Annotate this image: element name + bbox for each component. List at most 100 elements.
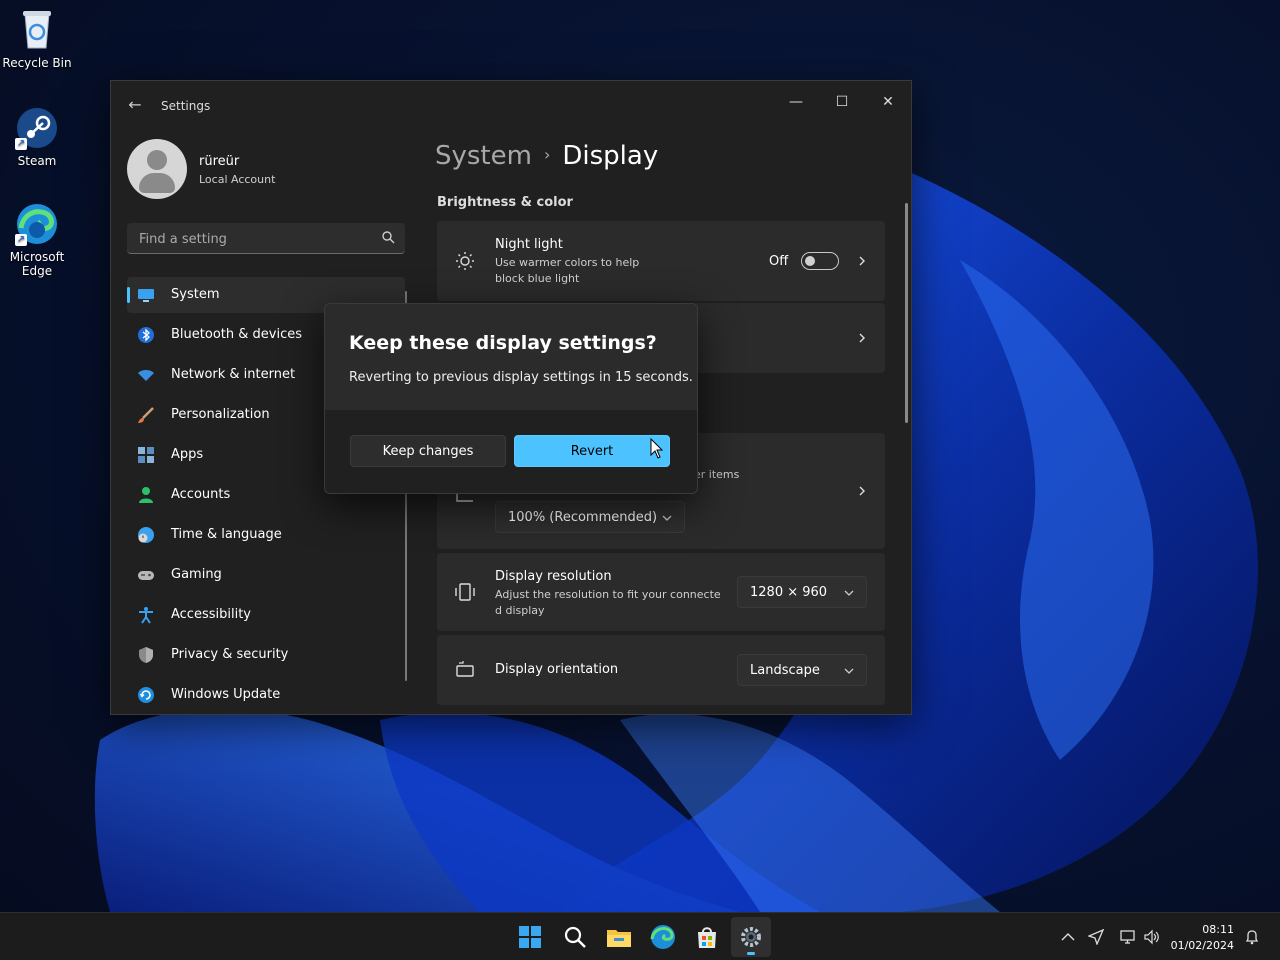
clock-time: 08:11 bbox=[1202, 923, 1234, 936]
file-explorer-icon[interactable] bbox=[605, 923, 633, 951]
resolution-dropdown[interactable]: 1280 × 960 bbox=[737, 576, 867, 608]
sidebar-item-label: Windows Update bbox=[171, 687, 281, 702]
start-windows-icon[interactable] bbox=[516, 923, 544, 951]
shield-icon bbox=[139, 647, 153, 663]
recycle-bin-icon bbox=[15, 8, 59, 52]
gear-icon bbox=[741, 927, 761, 947]
person-icon bbox=[139, 487, 153, 503]
search-icon[interactable] bbox=[381, 230, 395, 244]
night-light-card[interactable]: Night light Use warmer colors to help bl… bbox=[437, 221, 885, 301]
shortcut-arrow-icon: ↗ bbox=[15, 234, 27, 246]
mouse-cursor-icon bbox=[650, 438, 664, 459]
chevron-down-icon bbox=[662, 515, 672, 521]
network-icon[interactable] bbox=[1120, 929, 1136, 945]
content-scrollbar[interactable] bbox=[905, 203, 908, 423]
display-resolution-desc-line2: d display bbox=[495, 604, 545, 617]
section-heading: Brightness & color bbox=[437, 195, 573, 210]
apps-grid-icon bbox=[138, 447, 154, 463]
sidebar-item-label: Network & internet bbox=[171, 367, 296, 382]
accessibility-icon bbox=[139, 607, 153, 624]
night-light-toggle[interactable] bbox=[801, 252, 839, 270]
desktop-icon-recycle-bin[interactable]: Recycle Bin bbox=[1, 8, 73, 70]
desktop-icon-label: Microsoft Edge bbox=[9, 250, 65, 278]
paintbrush-icon bbox=[138, 407, 154, 423]
chevron-up-icon[interactable] bbox=[1060, 929, 1076, 945]
notification-bell-icon[interactable] bbox=[1244, 929, 1260, 945]
desktop-icon-label: Steam bbox=[17, 154, 57, 168]
sidebar-item-privacy-security[interactable]: Privacy & security bbox=[127, 637, 405, 673]
display-orientation-card[interactable]: Display orientation Landscape bbox=[437, 635, 885, 705]
edge-icon[interactable] bbox=[649, 923, 677, 951]
sidebar-item-label: Time & language bbox=[171, 527, 282, 542]
monitor-icon bbox=[138, 289, 154, 302]
update-icon bbox=[138, 687, 154, 703]
sidebar-item-accessibility[interactable]: Accessibility bbox=[127, 597, 405, 633]
sidebar-item-label: Gaming bbox=[171, 567, 222, 582]
search-box[interactable] bbox=[127, 223, 405, 254]
display-resolution-title: Display resolution bbox=[495, 569, 612, 584]
sidebar-item-label: Bluetooth & devices bbox=[171, 327, 302, 342]
search-input[interactable] bbox=[137, 229, 371, 249]
revert-button[interactable]: Revert bbox=[514, 435, 670, 467]
user-name: rüreür bbox=[199, 154, 240, 169]
chevron-right-icon bbox=[859, 256, 865, 266]
dialog-body: Reverting to previous display settings i… bbox=[349, 370, 693, 385]
avatar bbox=[127, 139, 187, 199]
display-resolution-card[interactable]: Display resolution Adjust the resolution… bbox=[437, 553, 885, 631]
search-icon[interactable] bbox=[561, 923, 589, 951]
bluetooth-icon bbox=[138, 327, 154, 343]
night-light-title: Night light bbox=[495, 237, 563, 252]
microsoft-store-icon[interactable] bbox=[693, 923, 721, 951]
active-app-indicator bbox=[747, 952, 755, 955]
maximize-button[interactable]: ☐ bbox=[819, 87, 865, 117]
taskbar-settings-button[interactable] bbox=[731, 917, 771, 957]
sidebar-item-label: Personalization bbox=[171, 407, 270, 422]
sidebar-item-label: System bbox=[171, 287, 220, 302]
sun-icon bbox=[456, 252, 474, 270]
keep-settings-dialog: Keep these display settings? Reverting t… bbox=[324, 303, 698, 494]
desktop-icon-edge[interactable]: ↗ Microsoft Edge bbox=[1, 202, 73, 278]
scale-value: 100% (Recommended) bbox=[508, 510, 658, 525]
breadcrumb-parent[interactable]: System bbox=[435, 141, 532, 171]
shortcut-arrow-icon: ↗ bbox=[15, 138, 27, 150]
wifi-icon bbox=[138, 370, 154, 381]
globe-clock-icon bbox=[138, 527, 154, 543]
close-button[interactable]: ✕ bbox=[865, 87, 911, 117]
dialog-content: Keep these display settings? Reverting t… bbox=[325, 304, 697, 410]
scale-dropdown[interactable]: 100% (Recommended) bbox=[495, 501, 685, 533]
title-bar[interactable]: ← Settings — ☐ ✕ bbox=[111, 81, 911, 129]
sidebar-item-gaming[interactable]: Gaming bbox=[127, 557, 405, 593]
sidebar-item-label: Apps bbox=[171, 447, 204, 462]
gamepad-icon bbox=[138, 571, 154, 580]
keep-changes-button[interactable]: Keep changes bbox=[350, 435, 506, 467]
orientation-value: Landscape bbox=[750, 663, 820, 678]
night-light-state: Off bbox=[769, 254, 789, 269]
chevron-right-icon bbox=[859, 486, 865, 496]
night-light-desc-line2: block blue light bbox=[495, 272, 580, 285]
orientation-dropdown[interactable]: Landscape bbox=[737, 654, 867, 686]
account-type: Local Account bbox=[199, 173, 276, 186]
chevron-down-icon bbox=[844, 668, 854, 674]
back-arrow-icon[interactable]: ← bbox=[125, 95, 145, 115]
system-clock[interactable]: 08:11 01/02/2024 bbox=[1171, 922, 1234, 954]
volume-icon[interactable] bbox=[1144, 929, 1160, 945]
night-light-desc-line1: Use warmer colors to help bbox=[495, 256, 640, 269]
resolution-value: 1280 × 960 bbox=[750, 585, 828, 600]
breadcrumb-separator: › bbox=[543, 145, 551, 164]
desktop-icon-steam[interactable]: ↗ Steam bbox=[1, 106, 73, 168]
sidebar-item-label: Accounts bbox=[171, 487, 231, 502]
dialog-title: Keep these display settings? bbox=[349, 332, 657, 354]
chevron-right-icon bbox=[859, 333, 865, 343]
sidebar-item-time-language[interactable]: Time & language bbox=[127, 517, 405, 553]
sidebar-item-windows-update[interactable]: Windows Update bbox=[127, 677, 405, 713]
edge-icon: ↗ bbox=[15, 202, 59, 246]
breadcrumb: System › Display bbox=[435, 141, 658, 171]
page-title: Display bbox=[562, 141, 659, 171]
location-icon[interactable] bbox=[1088, 929, 1104, 945]
clock-date: 01/02/2024 bbox=[1170, 939, 1234, 952]
display-orientation-title: Display orientation bbox=[495, 662, 619, 677]
minimize-button[interactable]: — bbox=[773, 87, 819, 117]
user-profile[interactable]: rüreür Local Account bbox=[127, 139, 407, 199]
taskbar: 08:11 01/02/2024 bbox=[0, 912, 1280, 960]
desktop-icon-label: Recycle Bin bbox=[2, 56, 72, 70]
